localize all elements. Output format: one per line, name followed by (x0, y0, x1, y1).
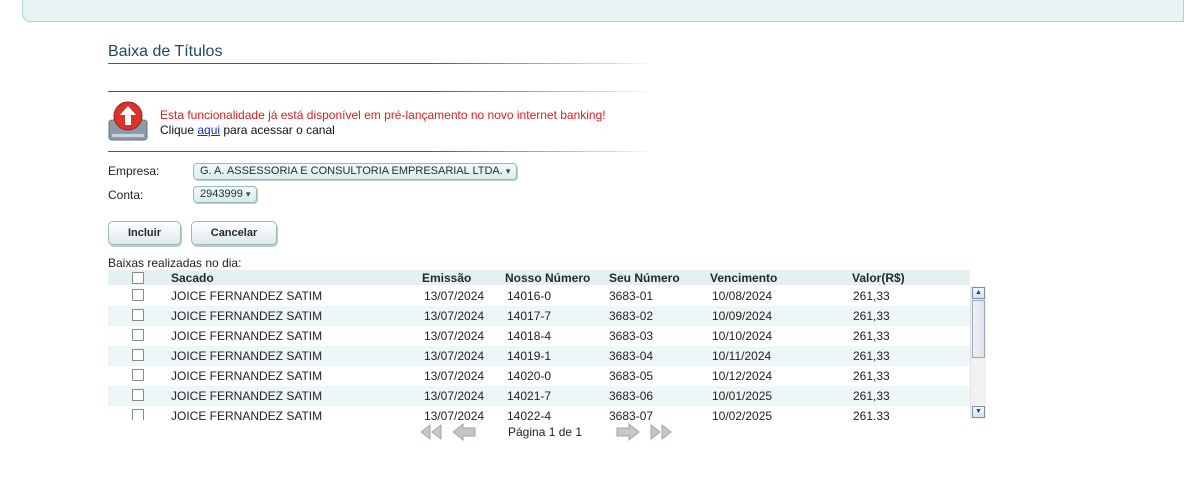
cell-emissao: 13/07/2024 (424, 409, 485, 420)
header-emissao: Emissão (422, 271, 472, 285)
incluir-label: Incluir (127, 227, 161, 239)
table-row[interactable]: JOICE FERNANDEZ SATIM 13/07/2024 14021-7 36… (108, 386, 970, 406)
conta-value: 2943999 (200, 188, 243, 200)
cell-vencimento: 10/11/2024 (712, 349, 772, 363)
next-page-icon[interactable] (615, 422, 641, 442)
scrollbar-thumb[interactable] (972, 300, 985, 358)
cell-seu-numero: 3683-01 (609, 289, 654, 303)
header-vencimento: Vencimento (710, 271, 778, 285)
title-divider (108, 63, 648, 64)
page-title: Baixa de Títulos (108, 43, 223, 60)
cell-emissao: 13/07/2024 (424, 369, 485, 383)
table-row[interactable]: JOICE FERNANDEZ SATIM 13/07/2024 14017-7 36… (108, 306, 970, 326)
conta-label: Conta: (108, 188, 144, 202)
last-page-icon[interactable] (648, 422, 674, 442)
notice-suffix: para acessar o canal (220, 123, 335, 137)
cell-sacado: JOICE FERNANDEZ SATIM (171, 289, 323, 303)
cell-seu-numero: 3683-02 (609, 309, 654, 323)
cell-seu-numero: 3683-06 (609, 389, 654, 403)
cell-seu-numero: 3683-07 (609, 409, 654, 420)
row-checkbox[interactable] (132, 289, 144, 301)
cell-vencimento: 10/09/2024 (712, 309, 773, 323)
cell-nosso-numero: 14016-0 (507, 289, 552, 303)
row-checkbox[interactable] (132, 329, 144, 341)
cell-nosso-numero: 14017-7 (507, 309, 552, 323)
cell-emissao: 13/07/2024 (424, 289, 485, 303)
cell-sacado: JOICE FERNANDEZ SATIM (171, 409, 323, 420)
notice-divider (108, 151, 648, 152)
cell-seu-numero: 3683-03 (609, 329, 654, 343)
cell-emissao: 13/07/2024 (424, 389, 485, 403)
scroll-up-arrow-icon[interactable]: ▲ (972, 287, 985, 299)
notice-message: Esta funcionalidade já está disponível e… (160, 108, 606, 122)
row-checkbox[interactable] (132, 309, 144, 321)
first-page-icon[interactable] (418, 422, 444, 442)
incluir-button[interactable]: Incluir (108, 221, 181, 245)
scroll-down-arrow-icon[interactable]: ▼ (972, 406, 985, 418)
header-sacado: Sacado (171, 271, 214, 285)
row-checkbox[interactable] (132, 349, 144, 361)
cell-sacado: JOICE FERNANDEZ SATIM (171, 389, 323, 403)
empresa-value: G. A. ASSESSORIA E CONSULTORIA EMPRESARI… (200, 165, 503, 177)
cell-valor: 261,33 (853, 409, 890, 420)
notice-link-line: Clique aqui para acessar o canal (160, 123, 335, 137)
cell-seu-numero: 3683-04 (609, 349, 654, 363)
header-nosso-numero: Nosso Número (505, 271, 591, 285)
table-row[interactable]: JOICE FERNANDEZ SATIM 13/07/2024 14016-0 36… (108, 286, 970, 306)
section-divider (108, 91, 648, 92)
cancelar-label: Cancelar (210, 227, 258, 239)
row-checkbox[interactable] (132, 409, 144, 420)
top-banner (22, 0, 1184, 22)
chevron-down-icon: ▾ (505, 166, 511, 176)
cell-vencimento: 10/12/2024 (712, 369, 773, 383)
cell-emissao: 13/07/2024 (424, 309, 485, 323)
row-checkbox[interactable] (132, 389, 144, 401)
cell-nosso-numero: 14018-4 (507, 329, 552, 343)
cell-nosso-numero: 14022-4 (507, 409, 552, 420)
cell-vencimento: 10/01/2025 (712, 389, 773, 403)
cell-sacado: JOICE FERNANDEZ SATIM (171, 329, 323, 343)
cell-emissao: 13/07/2024 (424, 329, 485, 343)
table-row[interactable]: JOICE FERNANDEZ SATIM 13/07/2024 14020-0 36… (108, 366, 970, 386)
row-checkbox[interactable] (132, 369, 144, 381)
cell-valor: 261,33 (853, 309, 890, 323)
table-scrollbar[interactable]: ▲ ▼ (970, 286, 986, 419)
pagination-text: Página 1 de 1 (508, 425, 583, 439)
cell-nosso-numero: 14021-7 (507, 389, 552, 403)
cell-vencimento: 10/02/2025 (712, 409, 773, 420)
table-row[interactable]: JOICE FERNANDEZ SATIM 13/07/2024 14019-1 36… (108, 346, 970, 366)
table-caption: Baixas realizadas no dia: (108, 256, 242, 270)
header-valor: Valor(R$) (852, 271, 905, 285)
cell-valor: 261,33 (853, 289, 890, 303)
table-row[interactable]: JOICE FERNANDEZ SATIM 13/07/2024 14022-4 36… (108, 406, 970, 420)
cell-valor: 261,33 (853, 329, 890, 343)
cell-seu-numero: 3683-05 (609, 369, 654, 383)
cancelar-button[interactable]: Cancelar (191, 221, 277, 245)
conta-select[interactable]: 2943999 ▾ (193, 186, 258, 203)
select-all-checkbox[interactable] (132, 272, 144, 284)
cell-sacado: JOICE FERNANDEZ SATIM (171, 369, 323, 383)
cell-valor: 261,33 (853, 369, 890, 383)
empresa-label: Empresa: (108, 164, 160, 178)
header-seu-numero: Seu Número (609, 271, 680, 285)
baixas-table: Sacado Emissão Nosso Número Seu Número V… (108, 270, 986, 420)
cell-sacado: JOICE FERNANDEZ SATIM (171, 309, 323, 323)
upload-alert-icon (108, 101, 148, 141)
cell-emissao: 13/07/2024 (424, 349, 485, 363)
prev-page-icon[interactable] (451, 422, 477, 442)
cell-nosso-numero: 14020-0 (507, 369, 552, 383)
table-row[interactable]: JOICE FERNANDEZ SATIM 13/07/2024 14018-4 36… (108, 326, 970, 346)
cell-vencimento: 10/10/2024 (712, 329, 773, 343)
cell-nosso-numero: 14019-1 (507, 349, 552, 363)
chevron-down-icon: ▾ (245, 189, 251, 199)
cell-sacado: JOICE FERNANDEZ SATIM (171, 349, 323, 363)
cell-valor: 261,33 (853, 349, 890, 363)
cell-valor: 261,33 (853, 389, 890, 403)
notice-prefix: Clique (160, 123, 198, 137)
table-header: Sacado Emissão Nosso Número Seu Número V… (108, 270, 970, 285)
notice-link[interactable]: aqui (197, 123, 220, 137)
cell-vencimento: 10/08/2024 (712, 289, 773, 303)
empresa-select[interactable]: G. A. ASSESSORIA E CONSULTORIA EMPRESARI… (193, 163, 518, 180)
